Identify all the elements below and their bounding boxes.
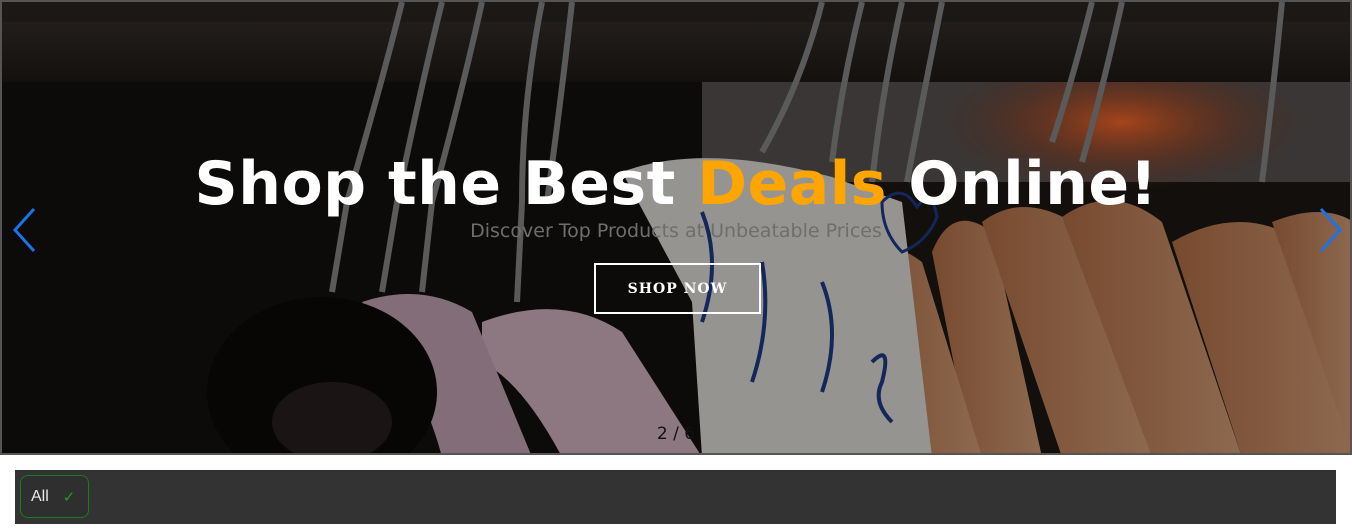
checkmark-icon: ✓ bbox=[62, 487, 76, 506]
shop-now-button[interactable]: SHOP NOW bbox=[594, 263, 761, 314]
headline-part2: Online! bbox=[886, 149, 1158, 219]
hero-carousel: Shop the Best Deals Online! Discover Top… bbox=[0, 0, 1352, 455]
carousel-prev-button[interactable] bbox=[10, 206, 40, 254]
hero-headline: Shop the Best Deals Online! bbox=[2, 148, 1350, 220]
hero-subheadline: Discover Top Products at Unbeatable Pric… bbox=[470, 220, 882, 242]
headline-accent: Deals bbox=[697, 149, 887, 219]
headline-part1: Shop the Best bbox=[194, 149, 698, 219]
filter-chip-all[interactable]: All ✓ bbox=[20, 475, 89, 518]
carousel-pagination: 2 / 6 bbox=[656, 424, 696, 444]
chevron-left-icon bbox=[12, 207, 36, 253]
carousel-next-button[interactable] bbox=[1315, 206, 1345, 254]
chevron-right-icon bbox=[1319, 207, 1343, 253]
category-filter-bar: All ✓ bbox=[15, 470, 1336, 524]
filter-chip-label: All bbox=[31, 487, 49, 505]
